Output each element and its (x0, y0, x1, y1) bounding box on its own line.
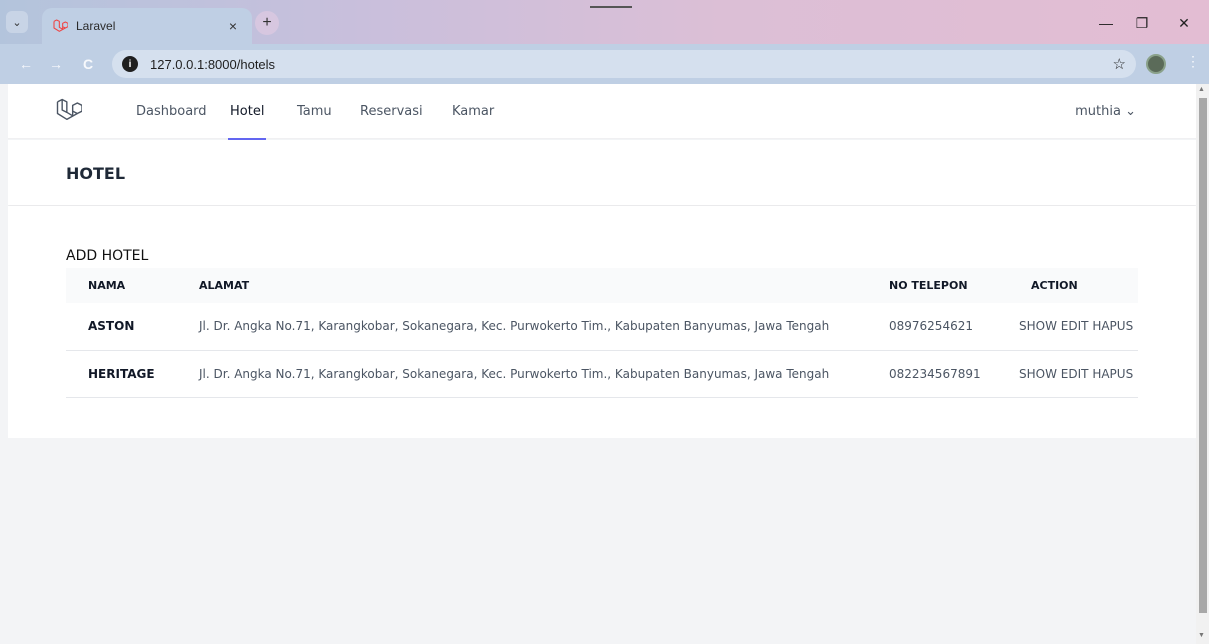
column-header-alamat: ALAMAT (199, 279, 250, 292)
hotel-address: Jl. Dr. Angka No.71, Karangkobar, Sokane… (199, 366, 830, 381)
window-close-button[interactable]: ✕ (1166, 10, 1202, 36)
chevron-down-icon: ⌄ (1125, 104, 1136, 119)
table-header-row: NAMA ALAMAT NO TELEPON ACTION (66, 268, 1138, 303)
nav-link-tamu[interactable]: Tamu (297, 104, 332, 119)
hotel-content-card: ADD HOTEL NAMA ALAMAT NO TELEPON ACTION … (8, 206, 1196, 438)
scroll-up-arrow-icon[interactable]: ▲ (1198, 86, 1205, 93)
browser-menu-icon[interactable]: ⋮ (1186, 53, 1200, 70)
tab-close-icon[interactable]: × (224, 18, 242, 34)
user-dropdown[interactable]: muthia ⌄ (1075, 104, 1136, 119)
show-link[interactable]: SHOW (1019, 367, 1057, 381)
hotel-phone: 08976254621 (889, 319, 973, 334)
browser-tabstrip: ⌄ Laravel × + — ❐ ✕ (0, 0, 1209, 44)
nav-link-hotel[interactable]: Hotel (230, 104, 264, 119)
browser-tab[interactable]: Laravel × (42, 8, 252, 44)
hapus-link[interactable]: HAPUS (1092, 319, 1133, 333)
table-row: HERITAGE Jl. Dr. Angka No.71, Karangkoba… (66, 350, 1138, 397)
hotel-name: ASTON (88, 319, 135, 334)
back-arrow-icon[interactable]: ← (16, 54, 36, 74)
edit-link[interactable]: EDIT (1061, 319, 1089, 333)
tab-strip-marker (590, 6, 632, 8)
scroll-down-arrow-icon[interactable]: ▼ (1198, 632, 1205, 639)
hotel-name: HERITAGE (88, 366, 155, 381)
reload-icon[interactable]: C (78, 54, 98, 74)
edit-link[interactable]: EDIT (1061, 367, 1089, 381)
nav-link-kamar[interactable]: Kamar (452, 104, 494, 119)
row-actions: SHOW EDIT HAPUS (1019, 303, 1138, 350)
hotel-address: Jl. Dr. Angka No.71, Karangkobar, Sokane… (199, 319, 830, 334)
user-name: muthia (1075, 104, 1121, 119)
nav-link-reservasi[interactable]: Reservasi (360, 104, 423, 119)
show-link[interactable]: SHOW (1019, 319, 1057, 333)
address-bar[interactable]: i 127.0.0.1:8000/hotels ☆ (112, 50, 1136, 78)
new-tab-button[interactable]: + (255, 11, 279, 35)
page-header: HOTEL (8, 140, 1196, 205)
laravel-logo-icon[interactable] (54, 96, 83, 124)
url-text[interactable]: 127.0.0.1:8000/hotels (150, 57, 1113, 72)
hapus-link[interactable]: HAPUS (1092, 367, 1133, 381)
column-header-telepon: NO TELEPON (889, 279, 968, 292)
page-scrollbar[interactable]: ▲ ▼ (1196, 84, 1209, 644)
window-restore-button[interactable]: ❐ (1124, 10, 1160, 36)
column-header-action: ACTION (1031, 279, 1078, 292)
page-title: HOTEL (66, 164, 126, 183)
column-header-nama: NAMA (88, 279, 126, 292)
page-viewport: Dashboard Hotel Tamu Reservasi Kamar mut… (8, 84, 1196, 644)
hotel-phone: 082234567891 (889, 366, 981, 381)
app-navbar: Dashboard Hotel Tamu Reservasi Kamar mut… (8, 84, 1196, 140)
scrollbar-thumb[interactable] (1199, 98, 1207, 613)
table-row: ASTON Jl. Dr. Angka No.71, Karangkobar, … (66, 303, 1138, 350)
tab-title: Laravel (76, 19, 116, 33)
laravel-favicon-icon (52, 18, 68, 34)
browser-toolbar: ← → C i 127.0.0.1:8000/hotels ☆ ⋮ (0, 44, 1209, 84)
add-hotel-link[interactable]: ADD HOTEL (66, 248, 148, 264)
hotel-table: NAMA ALAMAT NO TELEPON ACTION ASTON Jl. … (66, 268, 1138, 398)
bookmark-star-icon[interactable]: ☆ (1113, 55, 1126, 73)
window-minimize-button[interactable]: — (1088, 10, 1124, 36)
profile-avatar-icon[interactable] (1146, 54, 1166, 74)
forward-arrow-icon[interactable]: → (46, 54, 66, 74)
row-actions: SHOW EDIT HAPUS (1019, 350, 1138, 397)
site-info-icon[interactable]: i (122, 56, 138, 72)
tab-search-button[interactable]: ⌄ (6, 11, 28, 33)
nav-link-dashboard[interactable]: Dashboard (136, 104, 207, 119)
